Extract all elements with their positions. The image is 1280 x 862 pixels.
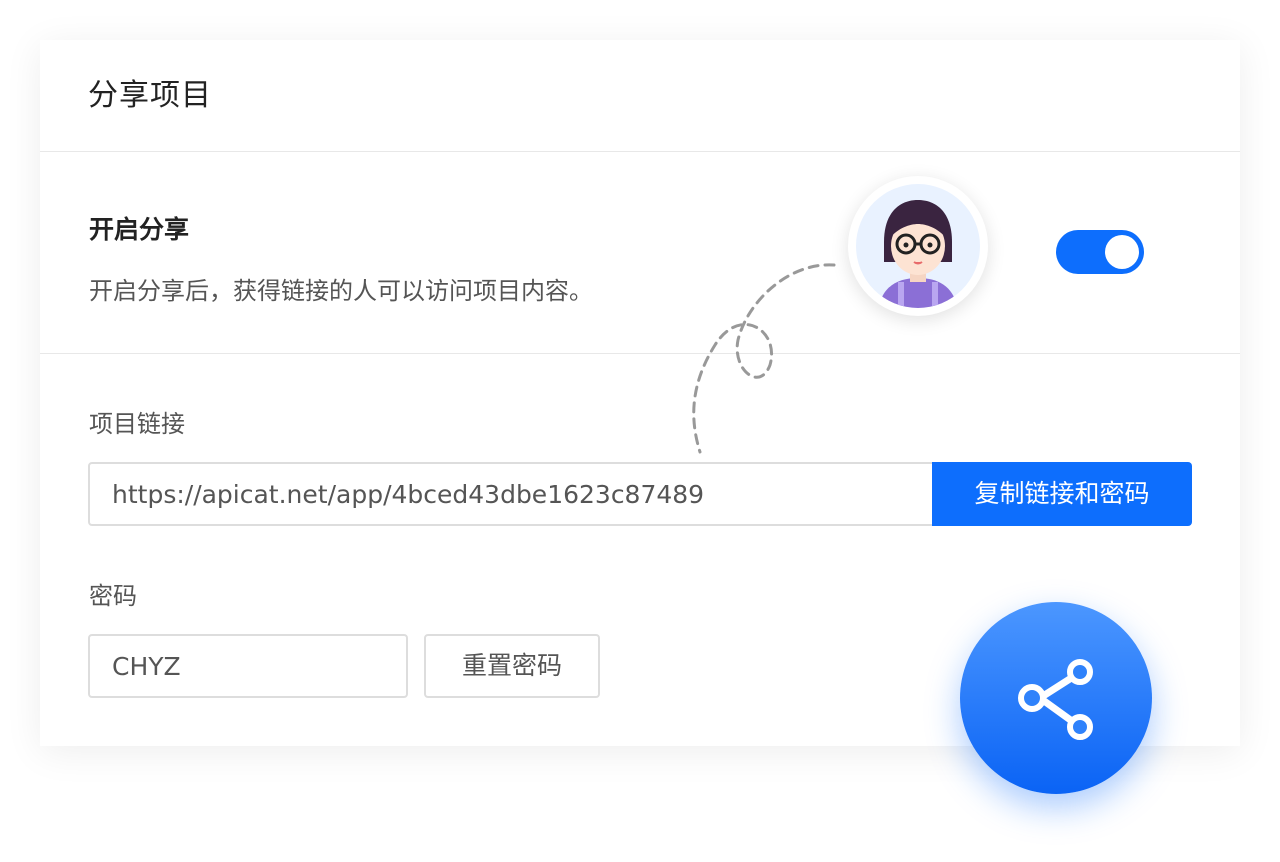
share-toggle[interactable]: [1056, 230, 1144, 274]
card-header: 分享项目: [40, 40, 1240, 152]
toggle-knob: [1105, 235, 1139, 269]
share-fab-button[interactable]: [960, 602, 1152, 794]
password-input[interactable]: [88, 634, 408, 698]
avatar: [848, 176, 988, 316]
share-toggle-section: 开启分享 开启分享后，获得链接的人可以访问项目内容。: [40, 152, 1240, 354]
share-icon: [1018, 659, 1093, 740]
project-link-input[interactable]: [88, 462, 934, 526]
share-project-stage: 分享项目 开启分享 开启分享后，获得链接的人可以访问项目内容。 项目链接 复制链…: [0, 0, 1280, 862]
user-avatar-icon: [856, 184, 980, 308]
password-label: 密码: [89, 582, 137, 610]
page-title: 分享项目: [88, 78, 212, 113]
share-heading: 开启分享: [89, 215, 190, 244]
reset-password-button[interactable]: 重置密码: [424, 634, 600, 698]
copy-link-button[interactable]: 复制链接和密码: [932, 462, 1192, 526]
share-description: 开启分享后，获得链接的人可以访问项目内容。: [89, 277, 593, 305]
link-label: 项目链接: [89, 410, 185, 438]
